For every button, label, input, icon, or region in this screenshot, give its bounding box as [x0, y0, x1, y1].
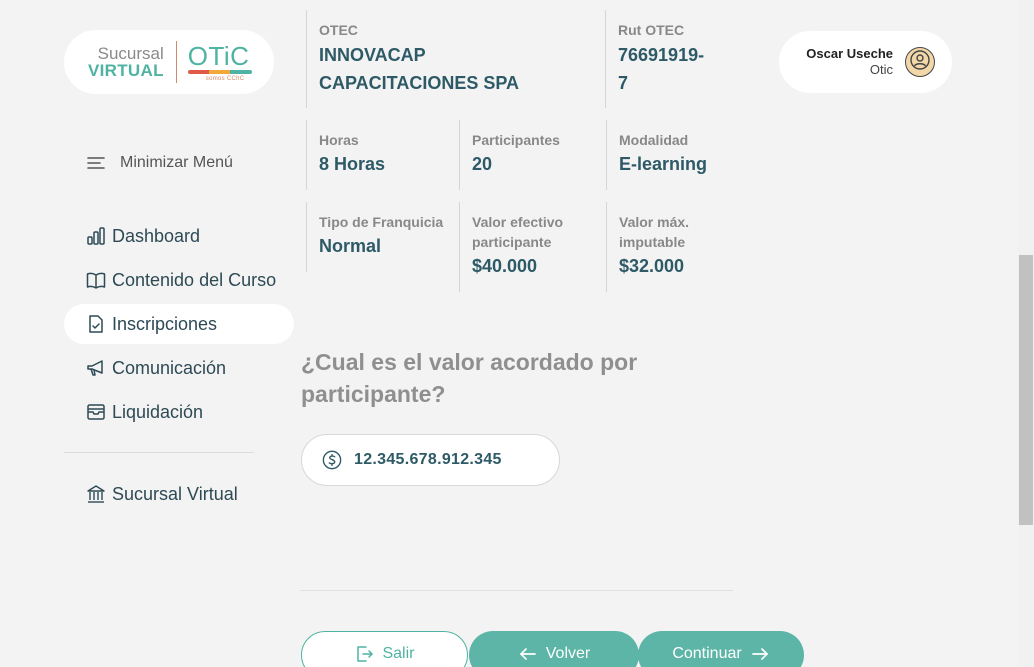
sidebar-item-sucursal-virtual[interactable]: Sucursal Virtual	[64, 474, 294, 514]
horas-label: Horas	[319, 132, 359, 148]
document-check-icon	[86, 314, 106, 334]
bar-chart-icon	[86, 226, 106, 246]
book-icon	[86, 270, 106, 290]
sidebar-divider	[64, 452, 254, 453]
minimize-menu-button[interactable]: Minimizar Menú	[86, 153, 233, 173]
sidebar-item-label: Dashboard	[112, 225, 201, 246]
agreed-value-field[interactable]: 12.345.678.912.345	[301, 434, 560, 486]
franquicia-label: Tipo de Franquicia	[319, 214, 444, 230]
logo-virtual: VIRTUAL	[88, 61, 164, 80]
otic-logo: OTiC somos CChC	[187, 40, 252, 82]
sidebar-item-contenido[interactable]: Contenido del Curso	[64, 260, 294, 300]
salir-label: Salir	[382, 645, 415, 662]
otec-label: OTEC	[319, 22, 358, 38]
grid-divider	[306, 202, 307, 272]
logo-color-bar	[187, 69, 252, 74]
valor-efectivo-value: $40.000	[472, 256, 538, 276]
valor-max-value: $32.000	[619, 256, 685, 276]
logo-otic: OTiC	[187, 40, 250, 71]
agreed-value-question: ¿Cual es el valor acordado por participa…	[301, 349, 638, 407]
logo-wordmark: Sucursal VIRTUAL	[88, 45, 164, 79]
volver-button[interactable]: Volver	[469, 631, 639, 667]
sidebar-item-inscripciones[interactable]: Inscripciones	[64, 304, 294, 344]
logo-card[interactable]: Sucursal VIRTUAL OTiC somos CChC	[64, 30, 274, 94]
sidebar-item-label: Liquidación	[112, 401, 204, 422]
scrollbar-thumb[interactable]	[1019, 255, 1033, 525]
sidebar-item-liquidacion[interactable]: Liquidación	[64, 392, 294, 432]
grid-divider	[605, 10, 606, 108]
rut-otec-value: 76691919-7	[618, 45, 705, 93]
grid-divider	[459, 202, 460, 292]
user-role: Otic	[869, 62, 893, 77]
user-info: Oscar Useche Otic	[806, 46, 893, 78]
grid-divider	[606, 202, 607, 292]
logo-subtitle: somos CChC	[205, 75, 245, 82]
sidebar-item-label: Contenido del Curso	[112, 269, 277, 290]
franquicia-value: Normal	[319, 236, 382, 256]
archive-icon	[86, 402, 106, 422]
salir-button[interactable]: Salir	[301, 631, 468, 667]
sidebar-item-label: Sucursal Virtual	[112, 483, 238, 504]
sidebar-item-comunicacion[interactable]: Comunicación	[64, 348, 294, 388]
grid-divider	[459, 120, 460, 190]
logo-sucursal: Sucursal	[97, 44, 164, 63]
rut-otec-label: Rut OTEC	[618, 22, 685, 38]
avatar[interactable]	[905, 47, 935, 77]
continuar-button[interactable]: Continuar	[638, 631, 804, 667]
user-profile-card[interactable]: Oscar Useche Otic	[779, 31, 952, 93]
agreed-value-text: 12.345.678.912.345	[354, 451, 502, 468]
sidebar-item-label: Inscripciones	[112, 313, 218, 334]
grid-divider	[306, 10, 307, 108]
modalidad-value: E-learning	[619, 154, 708, 174]
bank-icon	[86, 484, 106, 504]
arrow-left-icon	[518, 644, 538, 664]
sidebar-item-dashboard[interactable]: Dashboard	[64, 216, 294, 256]
modalidad-label: Modalidad	[619, 132, 689, 148]
dollar-circle-icon	[322, 450, 342, 470]
participantes-value: 20	[472, 154, 493, 174]
volver-label: Volver	[545, 645, 591, 662]
participantes-label: Participantes	[472, 132, 560, 148]
arrow-right-icon	[750, 644, 770, 664]
exit-icon	[354, 644, 374, 664]
otec-value: INNOVACAP CAPACITACIONES SPA	[319, 45, 520, 93]
valor-efectivo-label: Valor efectivo participante	[472, 214, 564, 250]
sidebar-item-label: Comunicación	[112, 357, 227, 378]
user-avatar-icon	[909, 49, 931, 76]
content-divider	[300, 590, 733, 591]
minimize-menu-label: Minimizar Menú	[120, 154, 233, 171]
user-name: Oscar Useche	[806, 46, 893, 61]
valor-max-label: Valor máx. imputable	[619, 214, 690, 250]
menu-lines-icon	[86, 153, 106, 173]
grid-divider	[306, 120, 307, 190]
continuar-label: Continuar	[672, 645, 742, 662]
logo-separator	[175, 41, 177, 83]
megaphone-icon	[86, 358, 106, 378]
horas-value: 8 Horas	[319, 154, 386, 174]
grid-divider	[606, 120, 607, 190]
